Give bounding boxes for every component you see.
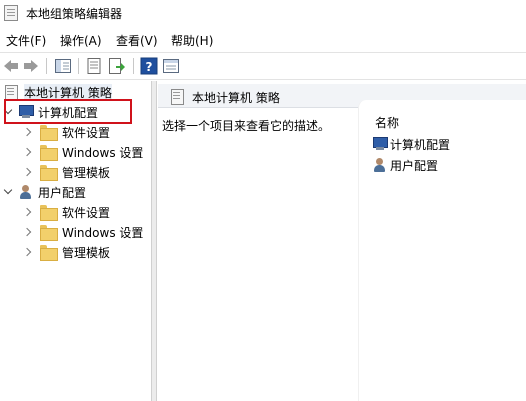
tree-item-label: 用户配置 [38,185,87,200]
folder-icon [40,225,58,241]
menu-file[interactable]: 文件(F) [6,32,46,49]
properties-icon[interactable] [85,57,103,75]
folder-icon [40,125,58,141]
folder-icon [40,165,58,181]
menu-view[interactable]: 查看(V) [116,32,158,49]
tree-item-software-settings[interactable]: 软件设置 [24,123,110,141]
tree-root-label: 本地计算机 策略 [24,83,112,101]
column-header-name[interactable]: 名称 [375,114,399,131]
tree-item-user-windows-settings[interactable]: Windows 设置 [24,223,143,241]
tree-item-label: 管理模板 [62,165,111,180]
tree-item-label: Windows 设置 [62,145,144,160]
chevron-right-icon[interactable] [24,163,34,181]
folder-icon [40,145,58,161]
show-hide-tree-icon[interactable] [54,57,72,75]
tree-item-label: 软件设置 [62,125,111,140]
tree-item-user-software-settings[interactable]: 软件设置 [24,203,110,221]
details-header-title: 本地计算机 策略 [192,91,280,105]
user-icon [18,184,34,200]
app-icon [4,5,18,21]
user-icon [372,157,388,173]
tree-item-user-config[interactable]: 用户配置 [4,183,86,201]
menu-help[interactable]: 帮助(H) [171,32,213,49]
svg-text:?: ? [146,60,153,74]
chevron-down-icon[interactable] [4,183,14,201]
chevron-right-icon[interactable] [24,203,34,221]
pane-splitter[interactable] [151,81,157,401]
chevron-right-icon[interactable] [24,123,34,141]
view-icon[interactable] [162,57,180,75]
menu-bar: 文件(F) 操作(A) 查看(V) 帮助(H) [0,28,526,50]
list-item-label: 计算机配置 [390,137,451,152]
list-item-user-config[interactable]: 用户配置 [372,156,438,174]
folder-icon [40,205,58,221]
highlight-annotation-box [4,99,132,124]
export-list-icon[interactable] [108,57,126,75]
chevron-right-icon[interactable] [24,143,34,161]
policy-document-icon [4,84,18,101]
forward-arrow-icon[interactable] [22,57,40,75]
computer-icon [372,137,388,151]
menu-action[interactable]: 操作(A) [60,32,102,49]
toolbar-separator [133,58,134,74]
folder-icon [40,245,58,261]
toolbar: ? [0,52,526,80]
tree-item-label: Windows 设置 [62,225,144,240]
toolbar-separator [46,58,47,74]
policy-document-icon [170,88,184,105]
tree-item-label: 软件设置 [62,205,111,220]
tree-item-admin-templates[interactable]: 管理模板 [24,163,110,181]
help-icon[interactable]: ? [140,57,158,75]
window-title: 本地组策略编辑器 [26,7,123,21]
tree-item-user-admin-templates[interactable]: 管理模板 [24,243,110,261]
chevron-right-icon[interactable] [24,223,34,241]
toolbar-separator [78,58,79,74]
description-text: 选择一个项目来查看它的描述。 [162,119,331,133]
list-item-label: 用户配置 [390,158,439,173]
list-item-computer-config[interactable]: 计算机配置 [372,135,450,153]
chevron-right-icon[interactable] [24,243,34,261]
title-bar: 本地组策略编辑器 [0,0,526,26]
back-arrow-icon[interactable] [2,57,20,75]
tree-item-label: 管理模板 [62,245,111,260]
tree-item-windows-settings[interactable]: Windows 设置 [24,143,143,161]
